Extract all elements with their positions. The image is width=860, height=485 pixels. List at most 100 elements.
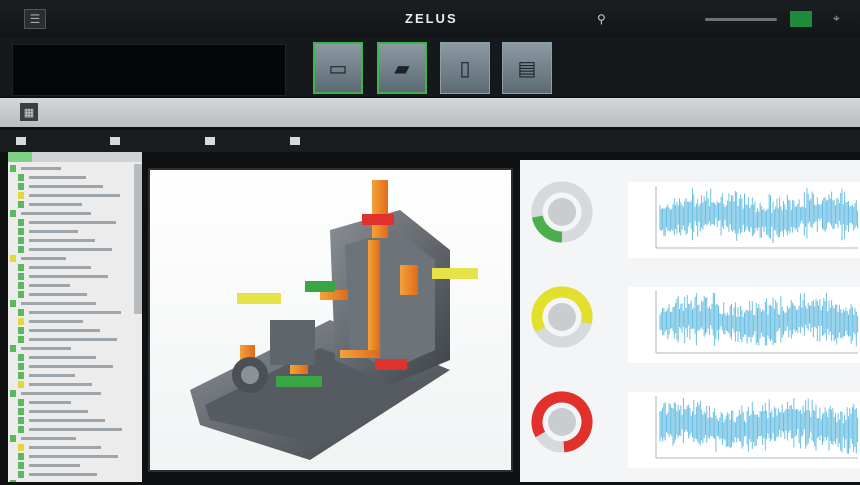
tree-item[interactable] [8,479,134,482]
status-dot-icon [18,291,24,298]
tree-item-label [29,365,113,368]
tree-item-label [21,392,101,395]
tree-item[interactable] [8,344,134,353]
sidebar-tab-3[interactable] [62,152,90,162]
model-label-3[interactable] [432,268,478,279]
thumbnail-4[interactable]: ▤ [502,42,552,94]
timeseries-chart-3 [628,392,860,468]
gauge-1 [531,181,593,243]
sidebar-scrollbar[interactable] [134,164,142,314]
top-slider[interactable] [705,18,777,21]
grid-icon[interactable]: ▦ [20,103,38,121]
tree-item[interactable] [8,434,134,443]
box-icon: ▰ [394,57,410,80]
tree-item[interactable] [8,443,134,452]
toolbar-item-2[interactable] [110,134,124,148]
tree-item-label [29,464,80,467]
magnifier-icon[interactable]: ⚲ [597,12,606,26]
toolbar [0,130,860,152]
menu-button[interactable]: ☰ [24,9,46,29]
tree-item-label [29,428,122,431]
status-dot-icon [18,228,24,235]
tree-item[interactable] [8,353,134,362]
tree-item[interactable] [8,380,134,389]
tree-item-label [29,410,88,413]
tree-item[interactable] [8,326,134,335]
thumbnail-1[interactable]: ▭ [313,42,363,94]
model-label-4[interactable] [237,293,281,304]
toolbar-item-4[interactable] [290,134,304,148]
tree-item[interactable] [8,209,134,218]
pin-icon[interactable]: ⌖ [833,11,840,26]
tree-item[interactable] [8,398,134,407]
tree-item[interactable] [8,317,134,326]
tree-item-label [29,455,118,458]
window-icon [110,137,120,145]
status-badge[interactable] [790,11,812,27]
tree-item-label [29,419,105,422]
tree-item[interactable] [8,461,134,470]
status-dot-icon [10,390,16,397]
tree-item[interactable] [8,416,134,425]
tree-item-label [21,302,96,305]
toolbar-item-1[interactable] [16,134,30,148]
tree-item[interactable] [8,299,134,308]
door-icon: ▯ [459,57,471,80]
tree-item-label [21,167,61,170]
tree-item-label [29,203,82,206]
status-dot-icon [18,381,24,388]
tree-item[interactable] [8,218,134,227]
tree-item[interactable] [8,236,134,245]
tree-item[interactable] [8,245,134,254]
timeseries-chart-1 [628,182,860,258]
tree-item[interactable] [8,227,134,236]
thumbnail-2[interactable]: ▰ [377,42,427,94]
tree-item[interactable] [8,191,134,200]
tree-item[interactable] [8,308,134,317]
document-icon: ▤ [517,57,537,80]
sidebar-tab-1[interactable] [8,152,32,162]
machine-model [190,180,450,460]
tree-item[interactable] [8,290,134,299]
tree-item[interactable] [8,407,134,416]
status-dot-icon [18,372,24,379]
tree-item-label [29,239,95,242]
tree-item[interactable] [8,470,134,479]
tree-item[interactable] [8,389,134,398]
tree-item[interactable] [8,281,134,290]
tree-item[interactable] [8,254,134,263]
status-dot-icon [18,318,24,325]
status-dot-icon [18,453,24,460]
model-label-1[interactable] [362,214,394,225]
tree-item[interactable] [8,272,134,281]
status-dot-icon [18,327,24,334]
status-dot-icon [10,480,16,482]
model-label-5[interactable] [375,359,407,370]
model-label-6[interactable] [276,376,322,387]
tree-item-label [29,329,100,332]
tree-item[interactable] [8,335,134,344]
tree-item[interactable] [8,263,134,272]
asset-tree[interactable] [8,164,134,482]
model-label-2[interactable] [305,281,335,292]
sidebar-tab-2[interactable] [34,152,60,162]
tree-item[interactable] [8,200,134,209]
status-dot-icon [10,345,16,352]
tree-item-label [29,176,86,179]
menu-icon: ☰ [29,12,41,26]
tree-item[interactable] [8,182,134,191]
tree-item[interactable] [8,452,134,461]
view-title-bar [0,98,860,127]
machine-viewport[interactable] [148,168,513,472]
status-dot-icon [18,471,24,478]
toolbar-item-3[interactable] [205,134,219,148]
tree-item[interactable] [8,173,134,182]
tree-item-label [29,185,103,188]
tree-item[interactable] [8,164,134,173]
gauge-2 [531,286,593,348]
tree-item[interactable] [8,425,134,434]
tree-item[interactable] [8,362,134,371]
status-dot-icon [18,264,24,271]
thumbnail-3[interactable]: ▯ [440,42,490,94]
tree-item[interactable] [8,371,134,380]
